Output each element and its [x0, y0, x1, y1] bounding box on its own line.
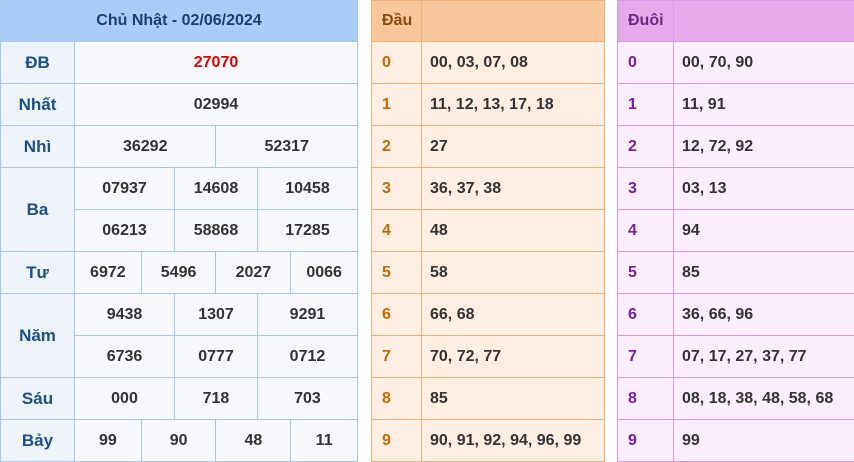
duoi-digit: 4 — [617, 209, 674, 252]
dau-numbers: 70, 72, 77 — [421, 335, 605, 378]
duoi-title: Đuôi — [617, 0, 674, 42]
prize-value: 000 — [73, 377, 176, 420]
dau-numbers: 11, 12, 13, 17, 18 — [421, 83, 605, 126]
prize-value: 6972 — [74, 251, 142, 294]
duoi-numbers: 03, 13 — [673, 167, 854, 210]
duoi-numbers: 00, 70, 90 — [673, 41, 854, 84]
dau-numbers: 36, 37, 38 — [421, 167, 605, 210]
prize-label-nam: Năm — [0, 293, 75, 378]
results-table: Chủ Nhật - 02/06/2024 ĐB 27070 Nhất 0299… — [0, 0, 359, 462]
dau-digit: 1 — [371, 83, 422, 126]
prize-value: 17285 — [256, 209, 359, 252]
prize-label-bay: Bảy — [0, 419, 75, 462]
dau-digit: 5 — [371, 251, 422, 294]
duoi-digit: 7 — [617, 335, 674, 378]
prize-value: 9291 — [256, 293, 359, 336]
prize-value: 9438 — [73, 293, 176, 336]
prize-value: 0066 — [290, 251, 358, 294]
duoi-header-blank — [673, 0, 854, 42]
dau-header-blank — [421, 0, 605, 42]
duoi-digit: 5 — [617, 251, 674, 294]
dau-digit: 8 — [371, 377, 422, 420]
dau-numbers: 58 — [421, 251, 605, 294]
prize-label-nhat: Nhất — [0, 83, 75, 126]
prize-label-nhi: Nhì — [0, 125, 75, 168]
duoi-numbers: 12, 72, 92 — [673, 125, 854, 168]
dau-numbers: 00, 03, 07, 08 — [421, 41, 605, 84]
prize-value: 06213 — [73, 209, 176, 252]
dau-digit: 3 — [371, 167, 422, 210]
prize-value: 36292 — [73, 125, 217, 168]
dau-digit: 7 — [371, 335, 422, 378]
prize-label-sau: Sáu — [0, 377, 75, 420]
prize-label-ba: Ba — [0, 167, 75, 252]
duoi-numbers: 36, 66, 96 — [673, 293, 854, 336]
duoi-digit: 1 — [617, 83, 674, 126]
duoi-digit: 3 — [617, 167, 674, 210]
prize-value: 11 — [290, 419, 358, 462]
dau-digit: 2 — [371, 125, 422, 168]
dau-table: Đầu 0 00, 03, 07, 08 1 11, 12, 13, 17, 18 … — [371, 0, 605, 462]
dau-digit: 0 — [371, 41, 422, 84]
prize-value: 718 — [174, 377, 258, 420]
duoi-numbers: 99 — [673, 419, 854, 462]
dau-digit: 9 — [371, 419, 422, 462]
duoi-digit: 2 — [617, 125, 674, 168]
duoi-digit: 9 — [617, 419, 674, 462]
dau-numbers: 85 — [421, 377, 605, 420]
duoi-numbers: 11, 91 — [673, 83, 854, 126]
prize-value: 99 — [74, 419, 142, 462]
dau-numbers: 27 — [421, 125, 605, 168]
duoi-digit: 6 — [617, 293, 674, 336]
prize-value: 14608 — [174, 167, 258, 210]
prize-value: 0712 — [256, 335, 359, 378]
prize-value: 1307 — [174, 293, 258, 336]
prize-value: 07937 — [73, 167, 176, 210]
prize-value: 02994 — [74, 83, 358, 126]
dau-numbers: 66, 68 — [421, 293, 605, 336]
prize-value: 52317 — [215, 125, 358, 168]
prize-value: 27070 — [74, 41, 358, 84]
prize-value: 2027 — [215, 251, 292, 294]
dau-digit: 6 — [371, 293, 422, 336]
results-title: Chủ Nhật - 02/06/2024 — [0, 0, 358, 42]
prize-value: 6736 — [73, 335, 176, 378]
dau-digit: 4 — [371, 209, 422, 252]
prize-label-db: ĐB — [0, 41, 75, 84]
prize-value: 5496 — [140, 251, 217, 294]
prize-label-tu: Tư — [0, 251, 75, 294]
duoi-numbers: 94 — [673, 209, 854, 252]
duoi-table: Đuôi 0 00, 70, 90 1 11, 91 2 12, 72, 92 3 03… — [617, 0, 854, 462]
dau-numbers: 90, 91, 92, 94, 96, 99 — [421, 419, 605, 462]
prize-value: 48 — [215, 419, 292, 462]
dau-title: Đầu — [371, 0, 422, 42]
dau-numbers: 48 — [421, 209, 605, 252]
duoi-digit: 8 — [617, 377, 674, 420]
prize-value: 90 — [140, 419, 217, 462]
duoi-numbers: 08, 18, 38, 48, 58, 68 — [673, 377, 854, 420]
duoi-digit: 0 — [617, 41, 674, 84]
prize-value: 703 — [256, 377, 359, 420]
prize-value: 58868 — [174, 209, 258, 252]
duoi-numbers: 07, 17, 27, 37, 77 — [673, 335, 854, 378]
prize-value: 10458 — [256, 167, 359, 210]
duoi-numbers: 85 — [673, 251, 854, 294]
prize-value: 0777 — [174, 335, 258, 378]
